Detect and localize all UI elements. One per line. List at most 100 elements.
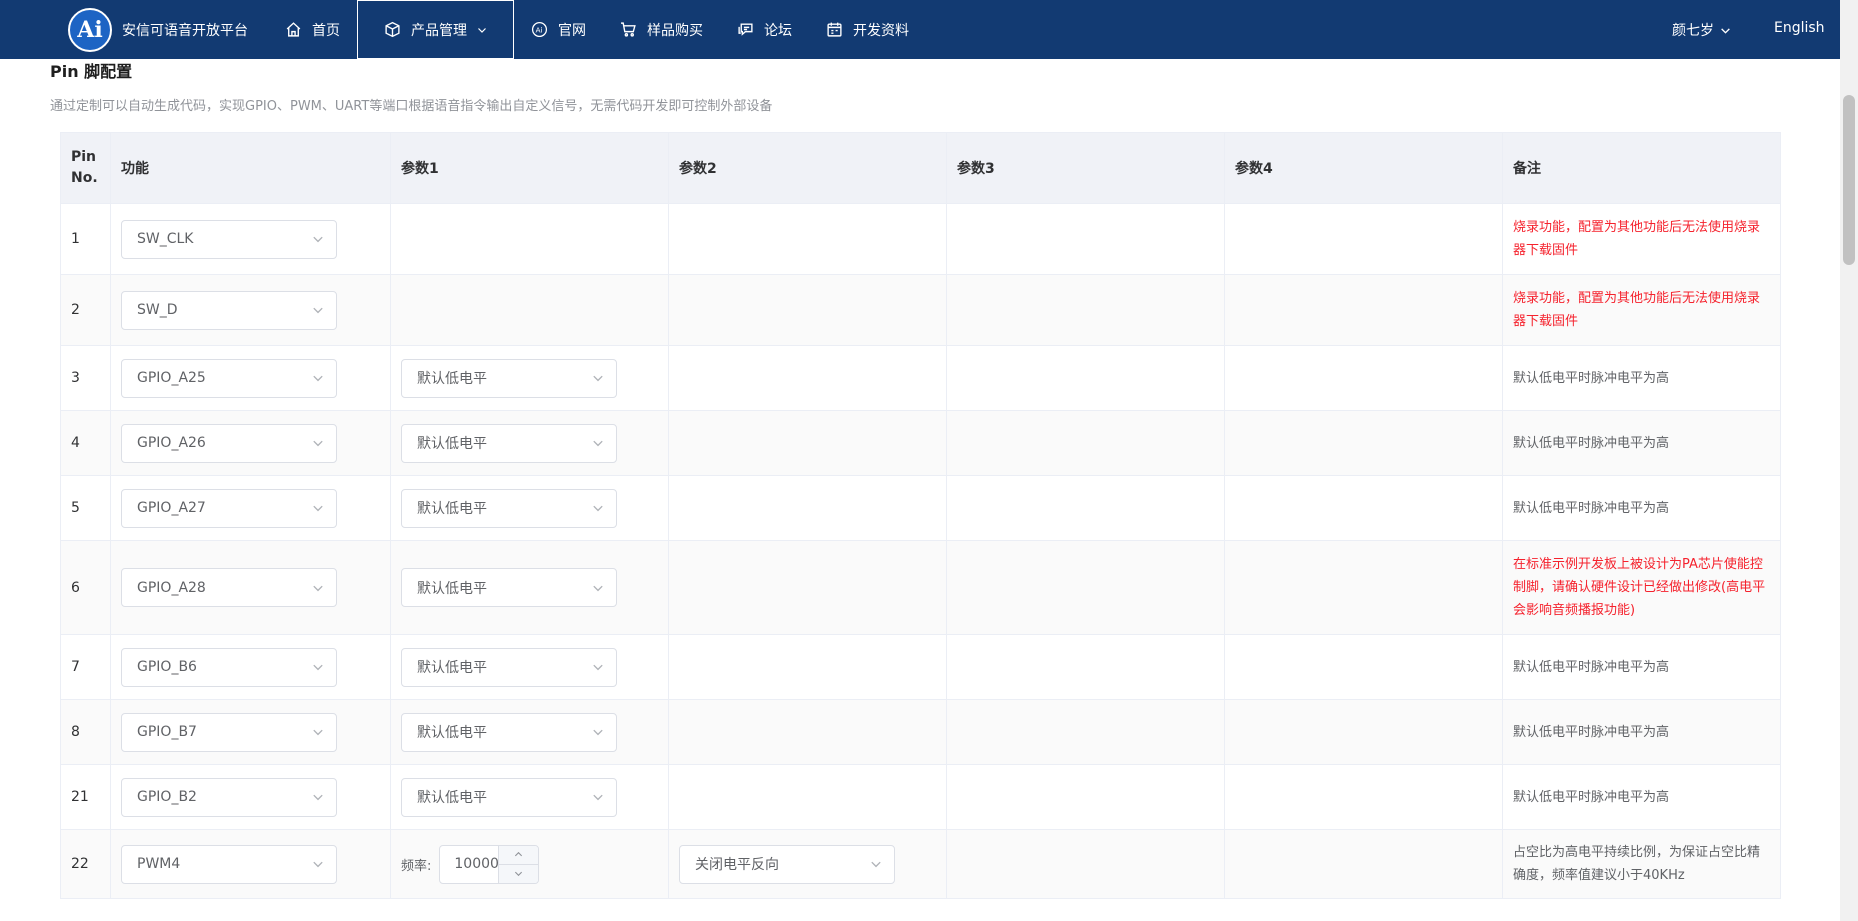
chevron-down-icon [313,664,323,671]
param2-cell [668,274,947,346]
level-select[interactable]: 默认低电平 [401,358,617,398]
pin-number: 1 [60,203,111,275]
svg-text:Ai: Ai [535,25,542,34]
table-row: 8 GPIO_B7 默认低电平 默认低电平时脉冲电平为高 [60,699,1781,765]
param1-cell: 默认低电平 [390,345,669,411]
param4-cell [1224,410,1503,476]
function-select[interactable]: SW_D [121,290,337,330]
column-header-pin: Pin No. [60,132,111,204]
table-row: 5 GPIO_A27 默认低电平 默认低电平时脉冲电平为高 [60,475,1781,541]
decrement-button[interactable] [499,865,538,883]
chevron-down-icon [515,871,523,877]
param3-cell [946,764,1225,830]
column-header-note: 备注 [1502,132,1781,204]
table-row: 3 GPIO_A25 默认低电平 默认低电平时脉冲电平为高 [60,345,1781,411]
table-row: 4 GPIO_A26 默认低电平 默认低电平时脉冲电平为高 [60,410,1781,476]
brand-name[interactable]: 安信可语音开放平台 [122,20,248,40]
platform-logo[interactable]: Ai [68,8,112,52]
level-select[interactable]: 默认低电平 [401,647,617,687]
table-row: 2 SW_D 烧录功能，配置为其他功能后无法使用烧录器下载固件 [60,274,1781,346]
ai-icon: Ai [531,21,548,38]
nav-item-sample-purchase[interactable]: 样品购买 [603,0,720,59]
language-switch[interactable]: English [1774,20,1825,36]
pin-number: 8 [60,699,111,765]
param3-cell [946,699,1225,765]
table-row: 6 GPIO_A28 默认低电平 在标准示例开发板上被设计为PA芯片使能控制脚，… [60,540,1781,635]
param3-cell [946,540,1225,635]
column-header-param4: 参数4 [1224,132,1503,204]
function-cell: GPIO_B2 [110,764,391,830]
level-select[interactable]: 默认低电平 [401,423,617,463]
chevron-down-icon [593,729,603,736]
param3-cell [946,345,1225,411]
param1-cell [390,203,669,275]
inversion-select[interactable]: 关闭电平反向 [679,844,895,884]
column-header-param1: 参数1 [390,132,669,204]
increment-button[interactable] [499,846,539,865]
section-description: 通过定制可以自动生成代码，实现GPIO、PWM、UART等端口根据语音指令输出自… [50,99,773,114]
note-cell: 默认低电平时脉冲电平为高 [1502,764,1781,830]
home-icon [286,22,301,37]
note-text: 占空比为高电平持续比例，为保证占空比精确度，频率值建议小于40KHz [1513,845,1761,883]
level-select[interactable]: 默认低电平 [401,712,617,752]
function-select[interactable]: GPIO_B6 [121,647,337,687]
note-text: 烧录功能，配置为其他功能后无法使用烧录器下载固件 [1513,291,1761,329]
page-scrollbar-thumb[interactable] [1843,95,1855,265]
chat-icon [738,23,753,36]
column-header-param2: 参数2 [668,132,947,204]
chevron-down-icon [593,664,603,671]
select-value: SW_D [137,302,178,318]
note-text: 默认低电平时脉冲电平为高 [1513,789,1670,805]
function-cell: GPIO_B7 [110,699,391,765]
param3-cell [946,829,1225,899]
level-select[interactable]: 默认低电平 [401,777,617,817]
select-value: SW_CLK [137,231,194,247]
chevron-down-icon [313,236,323,243]
note-cell: 默认低电平时脉冲电平为高 [1502,345,1781,411]
param1-cell: 默认低电平 [390,764,669,830]
nav-item-home[interactable]: 首页 [268,0,357,59]
param2-cell [668,699,947,765]
function-select[interactable]: GPIO_A25 [121,358,337,398]
frequency-input[interactable]: 10000 [440,846,498,883]
function-select[interactable]: GPIO_A27 [121,488,337,528]
function-select[interactable]: PWM4 [121,844,337,884]
nav-item-dev-docs[interactable]: 开发资料 [809,0,926,59]
function-select[interactable]: GPIO_A26 [121,423,337,463]
param3-cell [946,410,1225,476]
level-select[interactable]: 默认低电平 [401,568,617,607]
nav-label: 产品管理 [411,22,467,39]
nav-item-official-site[interactable]: Ai 官网 [514,0,603,59]
function-select[interactable]: SW_CLK [121,219,337,259]
chevron-down-icon [313,585,323,591]
param4-cell [1224,829,1503,899]
param1-cell: 默认低电平 [390,634,669,700]
function-cell: GPIO_A27 [110,475,391,541]
user-menu[interactable]: 颜七岁 [1672,20,1731,40]
nav-label: 开发资料 [853,22,909,39]
select-value: 默认低电平 [417,371,487,387]
chevron-down-icon [313,440,323,447]
note-text: 在标准示例开发板上被设计为PA芯片使能控制脚，请确认硬件设计已经做出修改(高电平… [1513,557,1766,618]
chevron-down-icon [593,794,603,801]
pin-number: 2 [60,274,111,346]
function-select[interactable]: GPIO_B7 [121,712,337,752]
select-value: 默认低电平 [417,580,487,597]
chevron-down-icon [1721,27,1730,34]
note-cell: 默认低电平时脉冲电平为高 [1502,410,1781,476]
chevron-down-icon [871,861,881,868]
function-select[interactable]: GPIO_B2 [121,777,337,817]
nav-item-product-management[interactable]: 产品管理 [357,0,514,59]
frequency-stepper[interactable]: 10000 [439,844,540,884]
logo-text: Ai [77,17,103,43]
column-header-function: 功能 [110,132,391,204]
level-select[interactable]: 默认低电平 [401,488,617,528]
calendar-icon [827,22,842,37]
note-text: 默认低电平时脉冲电平为高 [1513,500,1670,516]
select-value: GPIO_B7 [137,724,197,740]
chevron-down-icon [593,585,603,591]
column-header-param3: 参数3 [946,132,1225,204]
nav-item-forum[interactable]: 论坛 [720,0,809,59]
function-select[interactable]: GPIO_A28 [121,568,337,607]
nav-label: 样品购买 [647,22,703,39]
